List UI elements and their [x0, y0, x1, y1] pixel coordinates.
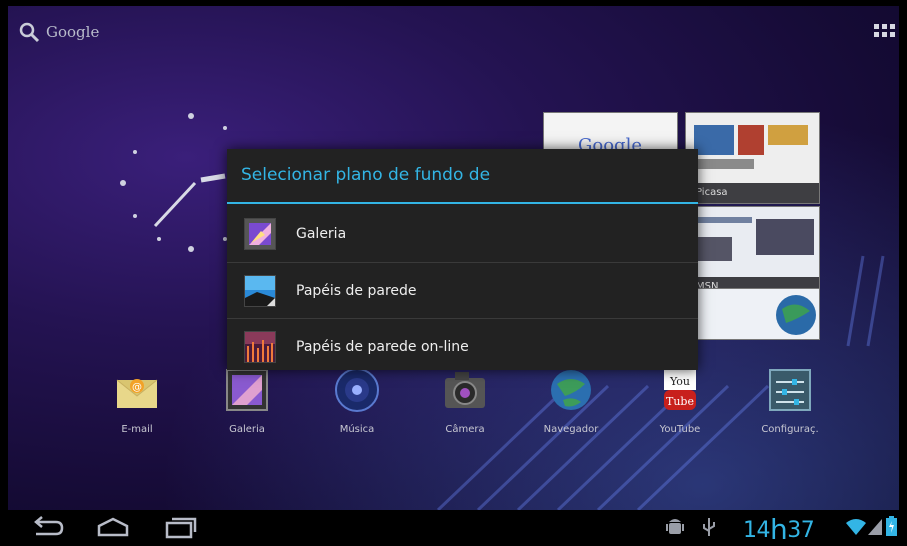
browser-thumbnail-globe[interactable]: [685, 288, 820, 340]
picasa-preview-image: [694, 125, 808, 169]
option-label: Galeria: [296, 225, 347, 242]
app-browser[interactable]: Navegador: [526, 366, 616, 435]
browser-thumbnail-msn[interactable]: MSN: [685, 206, 820, 298]
usb-icon: [703, 518, 715, 536]
all-apps-icon[interactable]: [874, 24, 896, 40]
back-icon[interactable]: [30, 516, 64, 538]
gallery-icon: [244, 217, 276, 250]
thumbnail-caption-picasa: Picasa: [686, 183, 819, 203]
search-label: Google: [46, 23, 100, 41]
app-email[interactable]: @ E-mail: [92, 366, 182, 435]
settings-icon: [769, 369, 811, 411]
app-label-music: Música: [339, 424, 375, 435]
app-music[interactable]: Música: [312, 366, 402, 435]
msn-preview-image: [692, 217, 814, 261]
system-bar: 14h37: [8, 510, 899, 546]
android-debug-icon: [666, 519, 684, 534]
option-live-wallpapers[interactable]: Papéis de parede on-line: [227, 319, 698, 374]
option-label: Papéis de parede on-line: [296, 338, 469, 355]
dialog-title-divider: [227, 202, 698, 204]
wifi-icon: [846, 519, 866, 535]
option-label: Papéis de parede: [296, 282, 417, 299]
signal-icon: [868, 519, 882, 535]
svg-text:You: You: [669, 375, 690, 388]
svg-text:Tube: Tube: [666, 395, 694, 408]
globe-icon: [776, 295, 816, 335]
app-gallery[interactable]: Galeria: [202, 366, 292, 435]
app-label-gallery: Galeria: [229, 424, 265, 435]
app-label-camera: Câmera: [445, 424, 485, 435]
app-label-settings: Configuraç.: [761, 424, 819, 435]
clock-minute: 37: [787, 518, 815, 543]
app-label-email: E-mail: [121, 424, 153, 435]
home-icon[interactable]: [96, 516, 130, 538]
live-wallpapers-icon: [244, 330, 276, 363]
app-label-youtube: YouTube: [659, 424, 701, 435]
wallpaper-chooser-dialog: Selecionar plano de fundo de Galeria Pap…: [227, 149, 698, 370]
clock-hour: 14: [743, 518, 771, 543]
recent-apps-icon[interactable]: [164, 515, 198, 539]
battery-icon: [886, 516, 897, 536]
status-clock[interactable]: 14h37: [743, 511, 815, 546]
browser-thumbnail-picasa[interactable]: Picasa: [685, 112, 820, 204]
wallpapers-icon: [244, 274, 276, 307]
clock-h-separator: h: [770, 513, 788, 546]
home-screen: Google Google Picasa MSN @ E-mail Galeri…: [8, 6, 899, 510]
email-icon: @: [116, 379, 158, 408]
search-icon: [19, 22, 40, 43]
dialog-title: Selecionar plano de fundo de: [241, 165, 491, 185]
option-wallpapers[interactable]: Papéis de parede: [227, 263, 698, 318]
app-settings[interactable]: Configuraç.: [745, 366, 835, 435]
app-label-browser: Navegador: [543, 424, 599, 435]
app-youtube[interactable]: You Tube YouTube: [635, 366, 725, 435]
svg-text:@: @: [132, 382, 142, 393]
google-search-bar[interactable]: Google: [18, 16, 99, 48]
option-gallery[interactable]: Galeria: [227, 206, 698, 261]
app-camera[interactable]: Câmera: [420, 366, 510, 435]
